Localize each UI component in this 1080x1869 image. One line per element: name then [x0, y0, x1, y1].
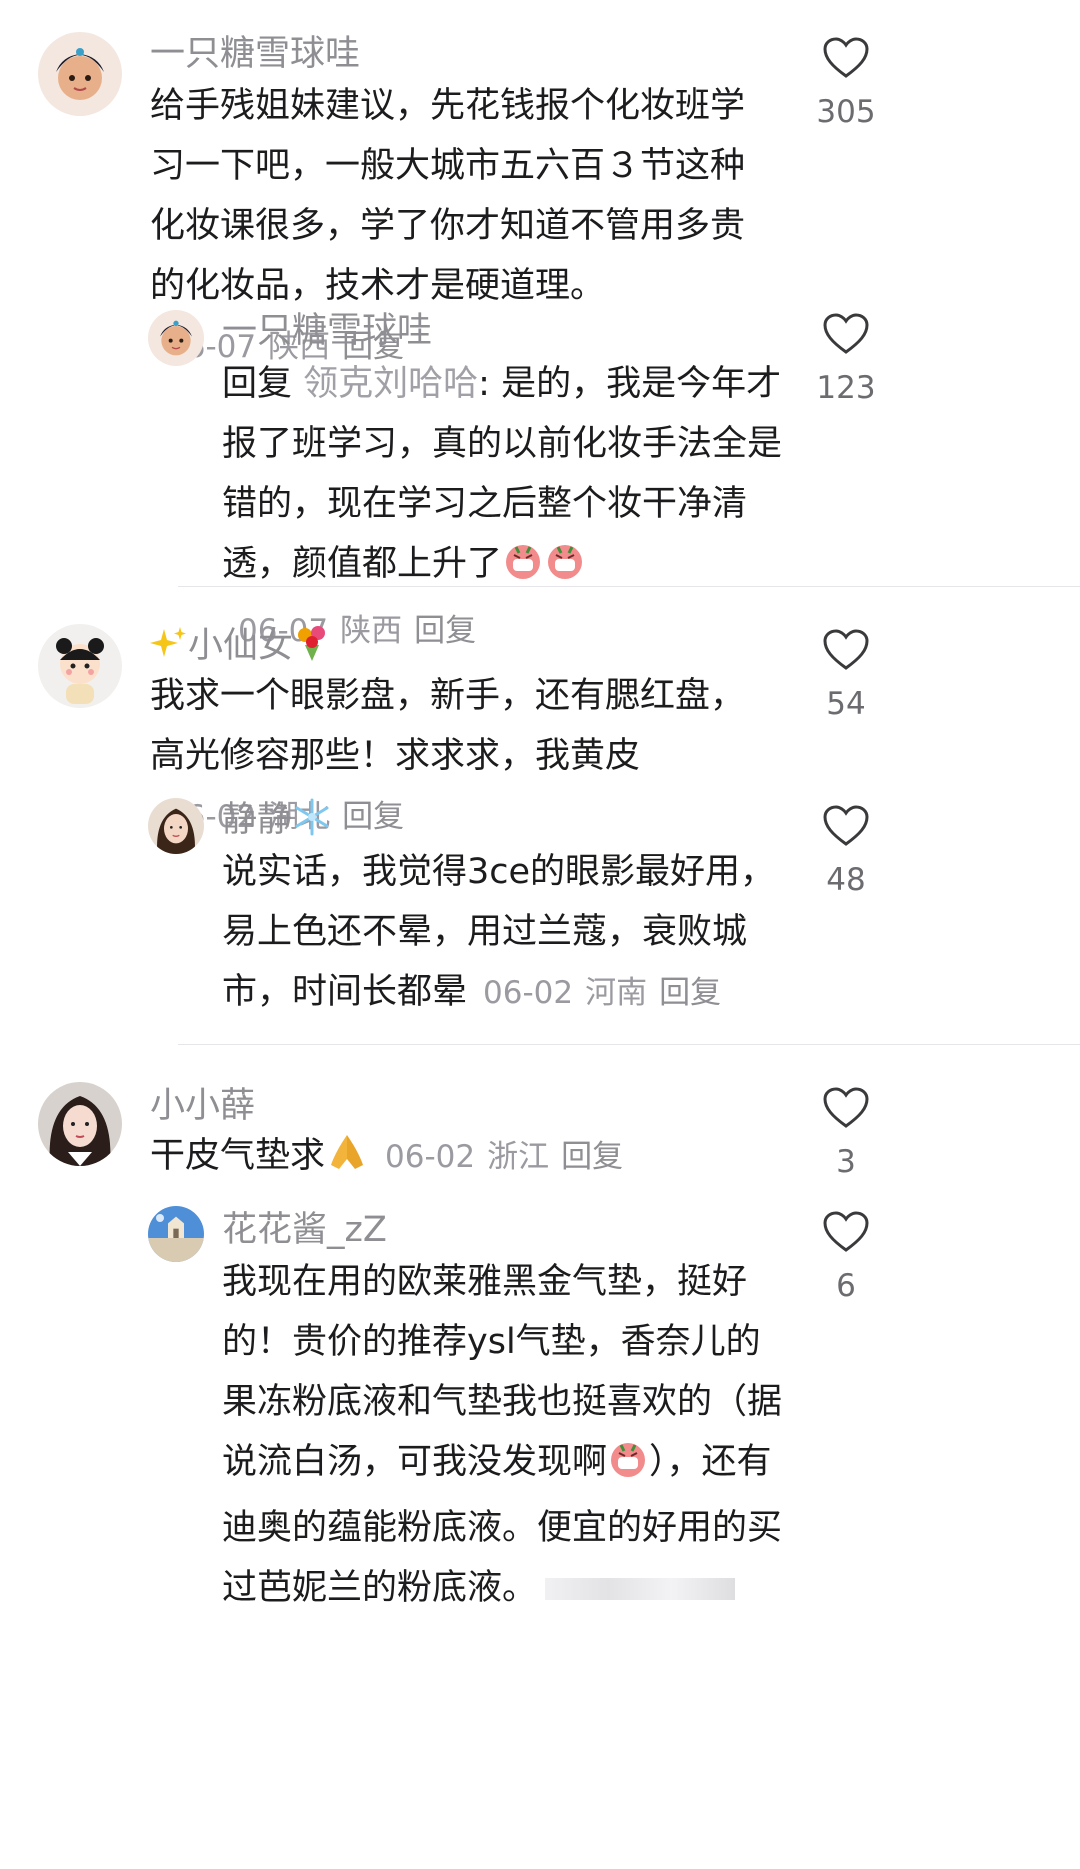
reply-button[interactable]: 回复 [342, 799, 404, 835]
avatar[interactable] [38, 624, 122, 708]
avatar[interactable] [148, 798, 204, 854]
like-button[interactable]: 6 [796, 1210, 896, 1306]
reply-text: 回复 领克刘哈哈: 是的，我是今年才报了班学习，真的以前化妆手法全是错的，现在学… [222, 364, 783, 649]
like-count: 54 [826, 686, 866, 722]
comment-date: 06-02 [483, 975, 574, 1011]
reply-text: 我现在用的欧莱雅黑金气垫，挺好的！贵价的推荐ysl气垫，香奈儿的果冻粉底液和气垫… [222, 1262, 783, 1608]
like-count: 123 [816, 370, 876, 406]
like-button[interactable]: 54 [796, 628, 896, 724]
comment-meta: 06-02 浙江 回复 [385, 1139, 635, 1175]
heart-outline-icon[interactable] [822, 804, 870, 848]
comment-location: 陕西 [340, 613, 403, 649]
reply-prefix: 回复 [222, 364, 293, 404]
comment-meta: 06-02 河南 回复 [483, 975, 733, 1011]
avatar[interactable] [148, 310, 204, 366]
reply-text: 说实话，我觉得3ce的眼影最好用，易上色还不晕，用过兰蔻，衰败城市，时间长都晕 0… [222, 852, 776, 1012]
avatar[interactable] [38, 32, 122, 116]
reply-button[interactable]: 回复 [561, 1139, 623, 1175]
crying-face-emoji [502, 539, 544, 600]
like-button[interactable]: 48 [796, 804, 896, 900]
avatar[interactable] [38, 1082, 122, 1166]
like-count: 6 [836, 1268, 856, 1304]
folded-hands-emoji [325, 1131, 369, 1192]
heart-outline-icon[interactable] [822, 312, 870, 356]
comment-location: 河南 [585, 975, 648, 1011]
username[interactable]: 小小薛 [150, 1082, 255, 1130]
heart-outline-icon[interactable] [822, 1086, 870, 1130]
blurred-watermark [545, 1578, 736, 1600]
thread-divider [178, 586, 1080, 587]
username[interactable]: 一只糖雪球哇 [150, 30, 360, 78]
like-count: 3 [836, 1144, 856, 1180]
comment-text: 干皮气垫求 06-02 浙江 回复 [150, 1126, 775, 1192]
like-button[interactable]: 3 [796, 1086, 896, 1182]
like-button[interactable]: 123 [796, 312, 896, 408]
like-button[interactable]: 305 [796, 36, 896, 132]
comment-location: 浙江 [487, 1139, 550, 1175]
like-count: 48 [826, 862, 866, 898]
crying-face-emoji [544, 539, 586, 600]
avatar[interactable] [148, 1206, 204, 1262]
reply-button[interactable]: 回复 [659, 975, 721, 1011]
thread-divider [178, 1044, 1080, 1045]
heart-outline-icon[interactable] [822, 1210, 870, 1254]
mention-link[interactable]: 领克刘哈哈 [303, 364, 478, 404]
username[interactable]: 一只糖雪球哇 [222, 307, 432, 355]
like-count: 305 [816, 94, 876, 130]
username[interactable]: 花花酱_zZ [222, 1206, 387, 1254]
crying-face-emoji [607, 1437, 649, 1498]
heart-outline-icon[interactable] [822, 628, 870, 672]
comment-date: 06-02 [385, 1139, 476, 1175]
reply-button[interactable]: 回复 [414, 613, 476, 649]
heart-outline-icon[interactable] [822, 36, 870, 80]
